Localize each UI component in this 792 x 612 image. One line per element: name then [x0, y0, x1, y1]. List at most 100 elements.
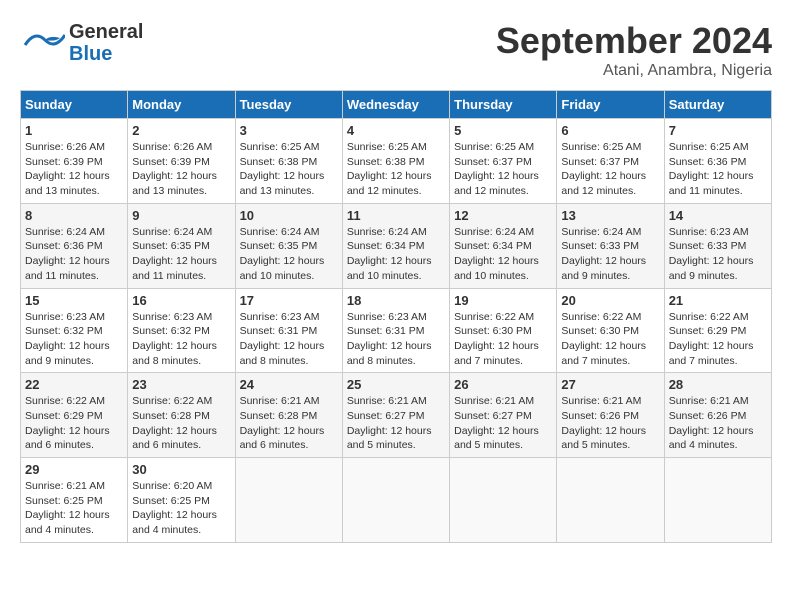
day-info: Sunrise: 6:24 AMSunset: 6:33 PMDaylight:…: [561, 225, 659, 284]
calendar-cell: [557, 458, 664, 543]
day-info: Sunrise: 6:25 AMSunset: 6:38 PMDaylight:…: [347, 140, 445, 199]
calendar-cell: 18Sunrise: 6:23 AMSunset: 6:31 PMDayligh…: [342, 288, 449, 373]
calendar-cell: 2Sunrise: 6:26 AMSunset: 6:39 PMDaylight…: [128, 119, 235, 204]
weekday-header-monday: Monday: [128, 91, 235, 119]
day-info: Sunrise: 6:25 AMSunset: 6:38 PMDaylight:…: [240, 140, 338, 199]
weekday-header-sunday: Sunday: [21, 91, 128, 119]
day-number: 24: [240, 377, 338, 392]
calendar-cell: [235, 458, 342, 543]
logo: General Blue: [20, 20, 143, 65]
calendar-cell: 19 Sunrise: 6:22 AMSunset: 6:30 PMDayligh…: [450, 288, 557, 373]
day-info: Sunrise: 6:23 AMSunset: 6:32 PMDaylight:…: [25, 310, 123, 369]
day-number: 22: [25, 377, 123, 392]
calendar-cell: 21 Sunrise: 6:22 AMSunset: 6:29 PMDayligh…: [664, 288, 771, 373]
calendar-cell: 23 Sunrise: 6:22 AMSunset: 6:28 PMDayligh…: [128, 373, 235, 458]
day-number: 8: [25, 208, 123, 223]
calendar-cell: 4 Sunrise: 6:25 AMSunset: 6:38 PMDaylight…: [342, 119, 449, 204]
week-row-3: 15 Sunrise: 6:23 AMSunset: 6:32 PMDayligh…: [21, 288, 772, 373]
calendar-cell: 12 Sunrise: 6:24 AMSunset: 6:34 PMDayligh…: [450, 203, 557, 288]
day-info: Sunrise: 6:25 AMSunset: 6:37 PMDaylight:…: [454, 140, 552, 199]
day-info: Sunrise: 6:26 AMSunset: 6:39 PMDaylight:…: [132, 140, 230, 199]
calendar-cell: [342, 458, 449, 543]
weekday-header-friday: Friday: [557, 91, 664, 119]
calendar-cell: 15 Sunrise: 6:23 AMSunset: 6:32 PMDayligh…: [21, 288, 128, 373]
weekday-header-row: SundayMondayTuesdayWednesdayThursdayFrid…: [21, 91, 772, 119]
calendar-cell: 26 Sunrise: 6:21 AMSunset: 6:27 PMDayligh…: [450, 373, 557, 458]
day-number: 26: [454, 377, 552, 392]
day-number: 3: [240, 123, 338, 138]
day-info: Sunrise: 6:23 AMSunset: 6:32 PMDaylight:…: [132, 310, 230, 369]
calendar-cell: 6 Sunrise: 6:25 AMSunset: 6:37 PMDaylight…: [557, 119, 664, 204]
calendar-cell: 20 Sunrise: 6:22 AMSunset: 6:30 PMDayligh…: [557, 288, 664, 373]
day-number: 11: [347, 208, 445, 223]
day-number: 30: [132, 462, 230, 477]
calendar-table: SundayMondayTuesdayWednesdayThursdayFrid…: [20, 90, 772, 543]
month-title: September 2024: [496, 20, 772, 62]
day-info: Sunrise: 6:22 AMSunset: 6:30 PMDaylight:…: [454, 310, 552, 369]
weekday-header-saturday: Saturday: [664, 91, 771, 119]
day-info: Sunrise: 6:21 AMSunset: 6:28 PMDaylight:…: [240, 394, 338, 453]
week-row-2: 8 Sunrise: 6:24 AMSunset: 6:36 PMDaylight…: [21, 203, 772, 288]
day-info: Sunrise: 6:21 AMSunset: 6:26 PMDaylight:…: [669, 394, 767, 453]
calendar-cell: 28 Sunrise: 6:21 AMSunset: 6:26 PMDayligh…: [664, 373, 771, 458]
day-number: 27: [561, 377, 659, 392]
day-info: Sunrise: 6:24 AMSunset: 6:35 PMDaylight:…: [132, 225, 230, 284]
day-info: Sunrise: 6:21 AMSunset: 6:27 PMDaylight:…: [347, 394, 445, 453]
calendar-cell: 11 Sunrise: 6:24 AMSunset: 6:34 PMDayligh…: [342, 203, 449, 288]
logo-icon: [20, 20, 65, 65]
calendar-cell: 13 Sunrise: 6:24 AMSunset: 6:33 PMDayligh…: [557, 203, 664, 288]
weekday-header-thursday: Thursday: [450, 91, 557, 119]
calendar-cell: 10Sunrise: 6:24 AMSunset: 6:35 PMDayligh…: [235, 203, 342, 288]
day-info: Sunrise: 6:24 AMSunset: 6:34 PMDaylight:…: [454, 225, 552, 284]
calendar-cell: 27 Sunrise: 6:21 AMSunset: 6:26 PMDayligh…: [557, 373, 664, 458]
calendar-cell: 14Sunrise: 6:23 AMSunset: 6:33 PMDayligh…: [664, 203, 771, 288]
day-info: Sunrise: 6:22 AMSunset: 6:29 PMDaylight:…: [25, 394, 123, 453]
day-number: 4: [347, 123, 445, 138]
calendar-cell: 17Sunrise: 6:23 AMSunset: 6:31 PMDayligh…: [235, 288, 342, 373]
day-number: 13: [561, 208, 659, 223]
day-info: Sunrise: 6:20 AMSunset: 6:25 PMDaylight:…: [132, 479, 230, 538]
day-number: 20: [561, 293, 659, 308]
day-info: Sunrise: 6:22 AMSunset: 6:30 PMDaylight:…: [561, 310, 659, 369]
day-number: 7: [669, 123, 767, 138]
weekday-header-tuesday: Tuesday: [235, 91, 342, 119]
calendar-cell: 1Sunrise: 6:26 AMSunset: 6:39 PMDaylight…: [21, 119, 128, 204]
day-number: 19: [454, 293, 552, 308]
day-info: Sunrise: 6:24 AMSunset: 6:34 PMDaylight:…: [347, 225, 445, 284]
day-number: 1: [25, 123, 123, 138]
calendar-cell: 7 Sunrise: 6:25 AMSunset: 6:36 PMDaylight…: [664, 119, 771, 204]
day-info: Sunrise: 6:24 AMSunset: 6:35 PMDaylight:…: [240, 225, 338, 284]
day-number: 25: [347, 377, 445, 392]
day-number: 16: [132, 293, 230, 308]
day-number: 15: [25, 293, 123, 308]
calendar-cell: 16 Sunrise: 6:23 AMSunset: 6:32 PMDayligh…: [128, 288, 235, 373]
day-number: 21: [669, 293, 767, 308]
day-info: Sunrise: 6:21 AMSunset: 6:25 PMDaylight:…: [25, 479, 123, 538]
day-number: 14: [669, 208, 767, 223]
day-info: Sunrise: 6:21 AMSunset: 6:27 PMDaylight:…: [454, 394, 552, 453]
day-info: Sunrise: 6:25 AMSunset: 6:37 PMDaylight:…: [561, 140, 659, 199]
weekday-header-wednesday: Wednesday: [342, 91, 449, 119]
week-row-5: 29Sunrise: 6:21 AMSunset: 6:25 PMDayligh…: [21, 458, 772, 543]
day-number: 12: [454, 208, 552, 223]
calendar-cell: 22 Sunrise: 6:22 AMSunset: 6:29 PMDayligh…: [21, 373, 128, 458]
calendar-cell: 24 Sunrise: 6:21 AMSunset: 6:28 PMDayligh…: [235, 373, 342, 458]
day-info: Sunrise: 6:23 AMSunset: 6:31 PMDaylight:…: [240, 310, 338, 369]
calendar-cell: 29Sunrise: 6:21 AMSunset: 6:25 PMDayligh…: [21, 458, 128, 543]
calendar-cell: 5 Sunrise: 6:25 AMSunset: 6:37 PMDaylight…: [450, 119, 557, 204]
calendar-cell: [664, 458, 771, 543]
week-row-1: 1 Sunrise: 6:26 AMSunset: 6:39 PMDaylight…: [21, 119, 772, 204]
day-number: 28: [669, 377, 767, 392]
day-info: Sunrise: 6:24 AMSunset: 6:36 PMDaylight:…: [25, 225, 123, 284]
day-info: Sunrise: 6:22 AMSunset: 6:29 PMDaylight:…: [669, 310, 767, 369]
calendar-cell: 9Sunrise: 6:24 AMSunset: 6:35 PMDaylight…: [128, 203, 235, 288]
location: Atani, Anambra, Nigeria: [496, 62, 772, 80]
day-number: 18: [347, 293, 445, 308]
day-info: Sunrise: 6:21 AMSunset: 6:26 PMDaylight:…: [561, 394, 659, 453]
week-row-4: 22 Sunrise: 6:22 AMSunset: 6:29 PMDayligh…: [21, 373, 772, 458]
day-info: Sunrise: 6:25 AMSunset: 6:36 PMDaylight:…: [669, 140, 767, 199]
day-info: Sunrise: 6:22 AMSunset: 6:28 PMDaylight:…: [132, 394, 230, 453]
day-number: 6: [561, 123, 659, 138]
day-number: 23: [132, 377, 230, 392]
day-number: 5: [454, 123, 552, 138]
